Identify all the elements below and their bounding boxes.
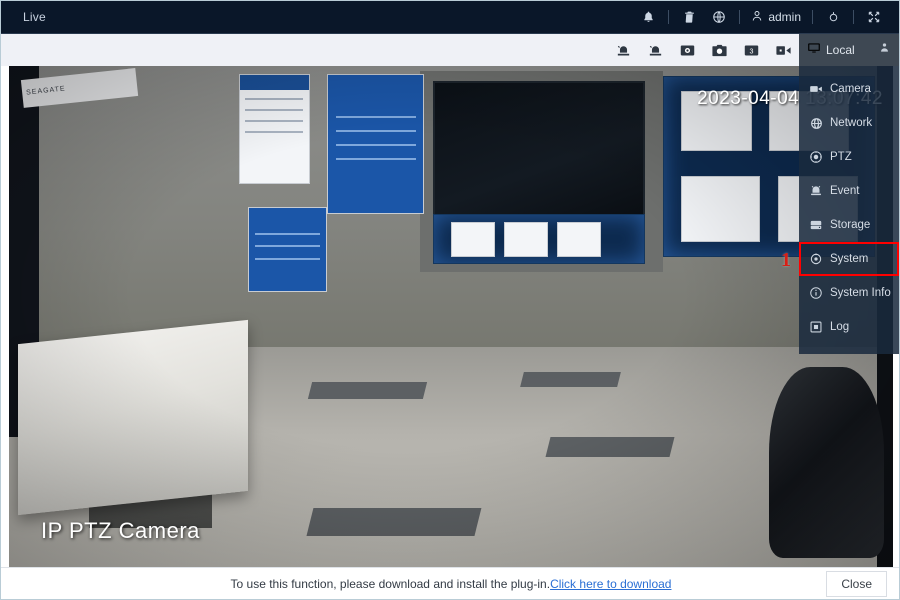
playback-icon[interactable] (773, 40, 793, 60)
gear-icon[interactable] (818, 1, 848, 34)
storage-icon (809, 218, 823, 232)
menu-item-log[interactable]: Log (799, 310, 899, 344)
live-video-pane[interactable]: SEAGATE 2023-04-04 13:07:42 IP PTZ Camer… (9, 66, 893, 568)
alarm-output-2-icon[interactable] (645, 40, 665, 60)
event-icon (809, 184, 823, 198)
scene-vignette (9, 66, 893, 568)
plugin-message: To use this function, please download an… (230, 576, 551, 591)
ipc-web-client: Live admin 3 Local 2023-04-04 13:07:42 I… (0, 0, 900, 600)
menu-item-label: Log (830, 321, 850, 333)
menu-item-network[interactable]: Network (799, 106, 899, 140)
menu-item-label: Camera (830, 83, 871, 95)
top-bar: Live admin (1, 1, 899, 34)
menu-item-label: System Info (830, 287, 891, 299)
system-gear-icon (809, 252, 823, 266)
local-menu-label: Local (826, 43, 855, 57)
menu-item-label: Network (830, 117, 873, 129)
plugin-download-link[interactable]: Click here to download (550, 577, 671, 591)
menu-item-system-info[interactable]: System Info (799, 276, 899, 310)
local-menu-header[interactable]: Local (799, 34, 899, 66)
bell-icon[interactable] (633, 1, 663, 34)
person-icon[interactable] (879, 41, 890, 59)
menu-item-label: System (830, 253, 869, 265)
menu-item-label: Event (830, 185, 860, 197)
globe-icon (809, 116, 823, 130)
globe-icon[interactable] (704, 1, 734, 34)
menu-item-label: Storage (830, 219, 871, 231)
info-icon (809, 286, 823, 300)
account-menu[interactable]: admin (745, 9, 807, 26)
username-label: admin (768, 10, 801, 24)
menu-item-system[interactable]: System (799, 242, 899, 276)
menu-item-event[interactable]: Event (799, 174, 899, 208)
plugin-notice-bar: To use this function, please download an… (1, 567, 899, 599)
user-icon (751, 9, 763, 26)
top-bar-actions: admin (633, 1, 899, 34)
svg-text:3: 3 (749, 47, 753, 55)
video-frame: SEAGATE (9, 66, 893, 568)
divider (853, 10, 854, 24)
fullscreen-icon[interactable] (859, 1, 889, 34)
step-callout-1: 1 (781, 249, 791, 271)
close-button[interactable]: Close (826, 570, 887, 597)
ptz-icon (809, 150, 823, 164)
menu-item-ptz[interactable]: PTZ (799, 140, 899, 174)
camera-icon (809, 82, 823, 96)
local-config-menu: Camera Network PTZ Event Storage System … (799, 66, 899, 354)
tab-live[interactable]: Live (21, 6, 48, 28)
stream-toolbar: 3 (1, 34, 899, 66)
divider (812, 10, 813, 24)
menu-item-camera[interactable]: Camera (799, 72, 899, 106)
snapshot-icon[interactable] (709, 40, 729, 60)
trash-icon[interactable] (674, 1, 704, 34)
record-icon[interactable] (677, 40, 697, 60)
menu-item-storage[interactable]: Storage (799, 208, 899, 242)
monitor-icon (807, 41, 821, 60)
triple-snapshot-icon[interactable]: 3 (741, 40, 761, 60)
log-icon (809, 320, 823, 334)
menu-item-label: PTZ (830, 151, 852, 163)
divider (739, 10, 741, 24)
alarm-output-icon[interactable] (613, 40, 633, 60)
osd-channel-name: IP PTZ Camera (41, 518, 200, 543)
divider (668, 10, 670, 24)
